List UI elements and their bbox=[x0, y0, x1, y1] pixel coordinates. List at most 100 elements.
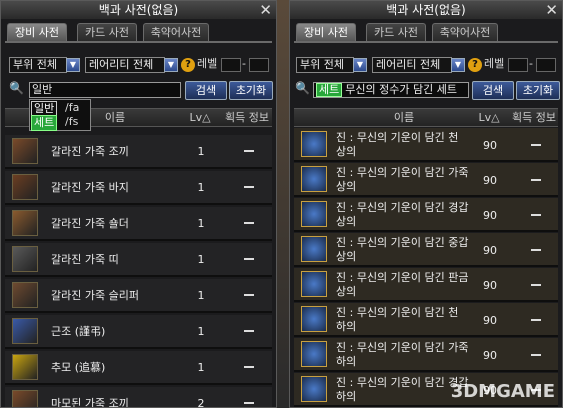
level-range-separator: - bbox=[529, 57, 533, 70]
list-item[interactable]: 진 : 무신의 기운이 담긴 천 하의 90 bbox=[294, 303, 558, 337]
help-icon[interactable]: ? bbox=[468, 58, 482, 72]
search-input[interactable]: 일반 bbox=[29, 82, 181, 98]
list-item[interactable]: 추모 (追慕) 1 bbox=[5, 351, 272, 385]
item-name: 갈라진 가죽 슬리퍼 bbox=[51, 289, 139, 302]
armor-icon bbox=[301, 341, 327, 367]
window-titlebar[interactable]: 백과 사전(없음) ✕ bbox=[290, 1, 562, 19]
search-type-dropdown: 일반 /fa 세트 /fs bbox=[29, 99, 91, 131]
tab-abbreviations[interactable]: 축약어사전 bbox=[143, 23, 209, 41]
help-icon[interactable]: ? bbox=[181, 58, 195, 72]
list-item[interactable]: 진 : 무신의 기운이 담긴 중갑 상의 90 bbox=[294, 233, 558, 267]
part-filter-select[interactable]: 부위 전체 bbox=[9, 57, 67, 73]
list-item[interactable]: 갈라진 가죽 조끼 1 bbox=[5, 135, 272, 169]
column-level[interactable]: Lv△ bbox=[474, 109, 504, 126]
acquire-info-dash bbox=[244, 294, 254, 296]
shoulder-icon bbox=[12, 210, 38, 236]
belt-icon bbox=[12, 246, 38, 272]
item-name-line2: 상의 bbox=[336, 145, 357, 158]
item-list: 진 : 무신의 기운이 담긴 천 상의 90 진 : 무신의 기운이 담긴 가죽 상의 9… bbox=[294, 128, 558, 407]
search-button[interactable]: 검색 bbox=[185, 81, 227, 100]
tab-equipment[interactable]: 장비 사전 bbox=[7, 23, 67, 41]
item-name-line1: 진 : 무신의 기운이 담긴 경갑 bbox=[336, 376, 469, 389]
list-item[interactable]: 진 : 무신의 기운이 담긴 경갑 상의 90 bbox=[294, 198, 558, 232]
column-level[interactable]: Lv△ bbox=[185, 109, 215, 126]
list-item[interactable]: 진 : 무신의 기운이 담긴 가죽 상의 90 bbox=[294, 163, 558, 197]
list-item[interactable]: 근조 (謹弔) 1 bbox=[5, 315, 272, 349]
acquire-info-dash bbox=[244, 186, 254, 188]
item-name-line1: 진 : 무신의 기운이 담긴 경갑 bbox=[336, 201, 469, 214]
list-item[interactable]: 갈라진 가죽 슬리퍼 1 bbox=[5, 279, 272, 313]
search-input-value: 일반 bbox=[32, 83, 53, 96]
search-button[interactable]: 검색 bbox=[472, 81, 514, 100]
list-item[interactable]: 갈라진 가죽 숄더 1 bbox=[5, 207, 272, 241]
list-item[interactable]: 진 : 무신의 기운이 담긴 판금 상의 90 bbox=[294, 268, 558, 302]
ribbon-icon bbox=[12, 354, 38, 380]
item-name-line1: 진 : 무신의 기운이 담긴 천 bbox=[336, 306, 459, 319]
item-name-line2: 상의 bbox=[336, 180, 357, 193]
tab-cards[interactable]: 카드 사전 bbox=[366, 23, 426, 41]
option-label: 세트 bbox=[31, 115, 58, 131]
rarity-filter-select[interactable]: 레어리티 전체 bbox=[372, 57, 452, 73]
rarity-dropdown-arrow-icon[interactable]: ▼ bbox=[451, 58, 465, 72]
search-icon: 🔍 bbox=[9, 81, 24, 95]
list-item[interactable]: 진 : 무신의 기운이 담긴 가죽 하의 90 bbox=[294, 338, 558, 372]
dropdown-option-set[interactable]: 세트 /fs bbox=[31, 115, 89, 131]
window-titlebar[interactable]: 백과 사전(없음) ✕ bbox=[1, 1, 276, 19]
item-level: 90 bbox=[483, 174, 497, 187]
acquire-info-dash bbox=[531, 144, 541, 146]
rarity-dropdown-arrow-icon[interactable]: ▼ bbox=[164, 58, 178, 72]
part-filter-select[interactable]: 부위 전체 bbox=[296, 57, 354, 73]
item-name-line1: 진 : 무신의 기운이 담긴 중갑 bbox=[336, 236, 469, 249]
option-shortcut: /fs bbox=[65, 115, 79, 128]
close-icon[interactable]: ✕ bbox=[545, 1, 558, 19]
encyclopedia-window-left: 백과 사전(없음) ✕ 장비 사전 카드 사전 축약어사전 부위 전체 ▼ 레어… bbox=[0, 0, 277, 408]
reset-button[interactable]: 초기화 bbox=[516, 81, 560, 100]
part-dropdown-arrow-icon[interactable]: ▼ bbox=[66, 58, 80, 72]
armor-icon bbox=[301, 166, 327, 192]
blade-icon bbox=[12, 318, 38, 344]
level-min-field[interactable] bbox=[221, 58, 241, 72]
tab-divider bbox=[294, 41, 558, 43]
tab-abbreviations[interactable]: 축약어사전 bbox=[432, 23, 498, 41]
column-name[interactable]: 이름 bbox=[374, 109, 434, 126]
tab-equipment[interactable]: 장비 사전 bbox=[296, 23, 356, 41]
reset-button[interactable]: 초기화 bbox=[229, 81, 273, 100]
list-header: 이름 Lv△ 획득 정보 bbox=[294, 108, 558, 127]
level-max-field[interactable] bbox=[536, 58, 556, 72]
pants-icon bbox=[12, 174, 38, 200]
item-level: 90 bbox=[483, 209, 497, 222]
list-item[interactable]: 갈라진 가죽 바지 1 bbox=[5, 171, 272, 205]
item-level: 1 bbox=[197, 325, 205, 338]
item-name: 갈라진 가죽 바지 bbox=[51, 181, 129, 194]
search-icon: 🔍 bbox=[295, 81, 310, 95]
acquire-info-dash bbox=[244, 222, 254, 224]
window-title: 백과 사전(없음) bbox=[386, 3, 466, 17]
armor-icon bbox=[301, 271, 327, 297]
tab-cards[interactable]: 카드 사전 bbox=[77, 23, 137, 41]
item-name: 근조 (謹弔) bbox=[51, 325, 106, 338]
item-list: 갈라진 가죽 조끼 1 갈라진 가죽 바지 1 갈라진 가죽 숄더 1 갈라진 가죽 띠1갈… bbox=[5, 135, 272, 408]
armor-icon bbox=[301, 201, 327, 227]
level-max-field[interactable] bbox=[249, 58, 269, 72]
search-input-value: 무신의 정수가 담긴 세트 bbox=[345, 83, 457, 96]
watermark-logo: 3DMGAME bbox=[450, 381, 555, 402]
column-name[interactable]: 이름 bbox=[85, 109, 145, 126]
list-item[interactable]: 갈라진 가죽 띠 1 bbox=[5, 243, 272, 277]
level-min-field[interactable] bbox=[508, 58, 528, 72]
search-input[interactable]: 세트 무신의 정수가 담긴 세트 bbox=[313, 82, 469, 98]
acquire-info-dash bbox=[531, 319, 541, 321]
armor-icon bbox=[301, 131, 327, 157]
dropdown-option-normal[interactable]: 일반 /fa bbox=[31, 101, 89, 117]
close-icon[interactable]: ✕ bbox=[259, 1, 272, 19]
item-name-line1: 진 : 무신의 기운이 담긴 천 bbox=[336, 131, 459, 144]
list-item[interactable]: 마모된 가죽 조끼 2 bbox=[5, 387, 272, 408]
item-level: 90 bbox=[483, 349, 497, 362]
part-dropdown-arrow-icon[interactable]: ▼ bbox=[353, 58, 367, 72]
item-name-line2: 상의 bbox=[336, 250, 357, 263]
acquire-info-dash bbox=[531, 284, 541, 286]
item-name: 마모된 가죽 조끼 bbox=[51, 397, 129, 408]
acquire-info-dash bbox=[244, 366, 254, 368]
list-item[interactable]: 진 : 무신의 기운이 담긴 천 상의 90 bbox=[294, 128, 558, 162]
level-label: 레벨 bbox=[197, 57, 218, 70]
rarity-filter-select[interactable]: 레어리티 전체 bbox=[85, 57, 165, 73]
